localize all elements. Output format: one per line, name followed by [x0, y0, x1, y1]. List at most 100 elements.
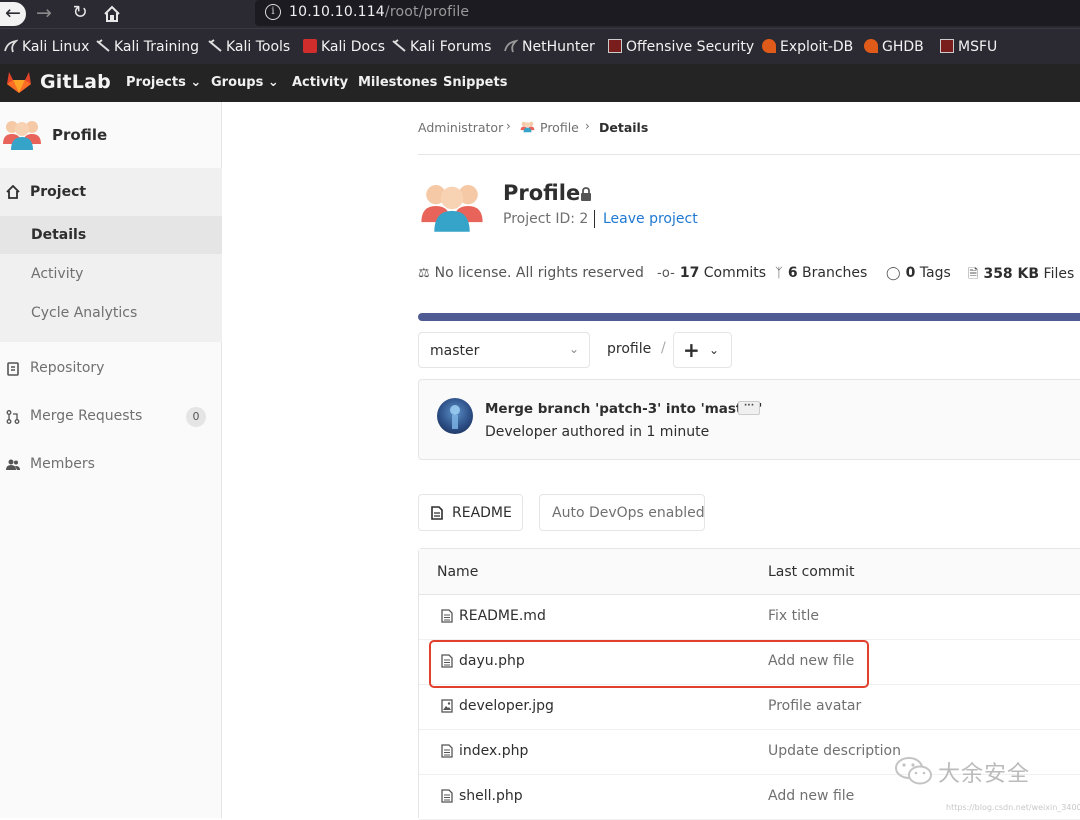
stat-files[interactable]: 🗎 358 KB Files — [968, 265, 1074, 287]
breadcrumb-chevron-icon: › — [506, 119, 511, 133]
offsec-icon — [608, 39, 622, 53]
msfu-icon — [940, 39, 954, 53]
nav-activity[interactable]: Activity — [292, 75, 348, 90]
file-last-commit[interactable]: Update description — [768, 743, 901, 759]
bookmark-nethunter[interactable]: NetHunter — [504, 39, 595, 55]
bookmark-offensive-security[interactable]: Offensive Security — [608, 39, 754, 55]
table-row[interactable]: developer.jpg Profile avatar — [419, 685, 1080, 730]
watermark-text: 大余安全 — [938, 762, 1031, 787]
author-avatar[interactable] — [437, 398, 473, 434]
nav-projects[interactable]: Projects ⌄ — [126, 75, 201, 90]
bookmark-kali-docs[interactable]: Kali Docs — [303, 39, 385, 55]
chevron-down-icon: ⌄ — [568, 342, 579, 356]
chevron-down-icon: ⌄ — [190, 75, 202, 90]
watermark-url: https://blog.csdn.net/weixin_34001745 — [946, 803, 1080, 812]
stat-branches[interactable]: ᛉ6 Branches — [775, 265, 867, 281]
sidebar-item-merge-requests[interactable]: Merge Requests 0 — [0, 398, 222, 438]
stat-tags[interactable]: ◯ 0 Tags — [886, 265, 951, 281]
reload-icon[interactable]: ↻ — [68, 2, 92, 26]
bookmark-kali-forums[interactable]: Kali Forums — [392, 39, 491, 55]
breadcrumb-owner[interactable]: Administrator — [418, 120, 503, 135]
branch-select[interactable]: master ⌄ — [418, 332, 590, 368]
add-file-dropdown[interactable]: + ⌄ — [673, 332, 732, 368]
sidebar-item-members[interactable]: Members — [0, 446, 222, 486]
table-row[interactable]: README.md Fix title — [419, 595, 1080, 640]
chevron-down-icon: ⌄ — [267, 75, 279, 90]
sidebar-item-activity[interactable]: Activity — [0, 254, 222, 294]
gitlab-tanuki-icon[interactable] — [6, 70, 32, 94]
bookmark-kali-tools[interactable]: Kali Tools — [208, 39, 290, 55]
forward-arrow-icon[interactable]: → — [32, 2, 56, 26]
info-icon[interactable]: i — [265, 4, 281, 20]
file-name[interactable]: README.md — [459, 608, 546, 624]
sidebar-item-project[interactable]: Project — [0, 168, 222, 216]
commit-author-info: Developer authored in 1 minute — [485, 424, 710, 440]
file-text-icon — [441, 609, 453, 623]
project-avatar[interactable] — [2, 116, 42, 152]
gitlab-header: GitLab Projects ⌄ Groups ⌄ Activity Mile… — [0, 64, 1080, 102]
red-highlight-box — [429, 640, 869, 688]
file-icon: 🗎 — [968, 267, 979, 282]
back-arrow-icon[interactable]: ← — [0, 2, 26, 26]
url-host: 10.10.10.114 — [289, 4, 385, 20]
url-path: /root/profile — [384, 4, 470, 20]
readme-button[interactable]: README — [418, 494, 523, 531]
sidebar-project-title[interactable]: Profile — [52, 126, 107, 144]
file-last-commit[interactable]: Profile avatar — [768, 698, 861, 714]
stat-commits[interactable]: -o- 17 Commits — [657, 265, 766, 281]
nethunter-icon — [504, 39, 518, 53]
path-separator: / — [661, 340, 666, 356]
file-text-icon — [441, 744, 453, 758]
sidebar-item-cycle-analytics[interactable]: Cycle Analytics — [0, 294, 222, 334]
ghdb-icon — [864, 39, 878, 53]
wechat-icon — [895, 757, 932, 785]
url-bar[interactable]: i 10.10.10.114/root/profile — [255, 0, 1080, 26]
commit-icon: -o- — [657, 266, 675, 281]
commit-title[interactable]: Merge branch 'patch-3' into 'master' — [485, 401, 762, 417]
file-name[interactable]: shell.php — [459, 788, 523, 804]
merge-request-icon — [6, 410, 20, 424]
breadcrumb-current[interactable]: Details — [599, 120, 648, 135]
kali-dragon-icon — [392, 39, 406, 52]
home-icon[interactable] — [100, 2, 124, 26]
commit-expand-button[interactable]: ··· — [738, 401, 760, 415]
auto-devops-button[interactable]: Auto DevOps enabled — [539, 494, 705, 531]
bookmark-ghdb[interactable]: GHDB — [864, 39, 924, 55]
file-text-icon — [441, 789, 453, 803]
file-last-commit[interactable]: Fix title — [768, 608, 819, 624]
nav-milestones[interactable]: Milestones — [358, 75, 437, 90]
branch-icon: ᛉ — [775, 266, 783, 281]
leave-project-link[interactable]: Leave project — [603, 211, 698, 227]
repo-path[interactable]: profile — [607, 341, 651, 357]
stat-license[interactable]: ⚖ No license. All rights reserved — [418, 265, 644, 281]
bookmark-kali-training[interactable]: Kali Training — [96, 39, 199, 55]
last-commit-panel: Merge branch 'patch-3' into 'master' ···… — [418, 379, 1080, 460]
gitlab-logo-text[interactable]: GitLab — [40, 71, 111, 93]
document-icon — [431, 506, 443, 520]
exploit-db-icon — [762, 39, 776, 53]
file-last-commit[interactable]: Add new file — [768, 788, 854, 804]
breadcrumb-project-avatar — [520, 121, 535, 133]
browser-toolbar: ← → ↻ i 10.10.10.114/root/profile — [0, 0, 1080, 28]
scale-icon: ⚖ — [418, 266, 430, 281]
file-name[interactable]: index.php — [459, 743, 528, 759]
chevron-down-icon: ⌄ — [709, 343, 720, 357]
bookmark-kali-linux[interactable]: Kali Linux — [4, 39, 89, 55]
file-name[interactable]: developer.jpg — [459, 698, 554, 714]
kali-dragon-icon — [96, 39, 110, 52]
sidebar-item-repository[interactable]: Repository — [0, 350, 222, 390]
merge-count-badge: 0 — [186, 407, 206, 427]
kali-dragon-icon — [208, 39, 222, 52]
repository-languages-bar — [418, 313, 1080, 321]
nav-snippets[interactable]: Snippets — [443, 75, 507, 90]
column-name: Name — [437, 564, 479, 580]
watermark: 大余安全 — [890, 752, 1080, 792]
breadcrumb-project[interactable]: Profile — [540, 120, 579, 135]
nav-groups[interactable]: Groups ⌄ — [211, 75, 279, 90]
bookmark-msfu[interactable]: MSFU — [940, 39, 997, 55]
sidebar-item-details[interactable]: Details — [0, 216, 222, 254]
bookmark-exploit-db[interactable]: Exploit-DB — [762, 39, 853, 55]
project-avatar-large — [421, 185, 483, 232]
home-icon — [6, 185, 20, 199]
project-title: Profile — [503, 181, 581, 205]
